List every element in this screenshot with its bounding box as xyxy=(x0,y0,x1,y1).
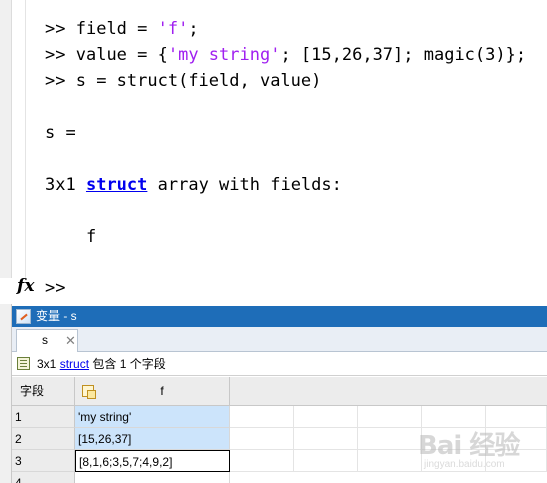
row-number[interactable]: 1 xyxy=(12,406,75,428)
field-icon xyxy=(82,385,96,399)
table-cell[interactable]: [15,26,37] xyxy=(75,428,230,450)
command-window[interactable]: >> field = 'f'; >> value = {'my string';… xyxy=(0,0,547,304)
function-browser-icon[interactable]: fx xyxy=(17,276,34,296)
variable-editor-title: 变量 - s xyxy=(36,309,77,323)
command-line-1: >> field = 'f'; xyxy=(45,19,199,39)
command-window-margin xyxy=(12,0,26,278)
table-cell[interactable]: 'my string' xyxy=(75,406,230,428)
output-variable-name: s = xyxy=(45,123,76,143)
row-number[interactable]: 3 xyxy=(12,450,75,472)
struct-doc-link[interactable]: struct xyxy=(86,175,147,195)
command-line-2: >> value = {'my string'; [15,26,37]; mag… xyxy=(45,45,527,65)
watermark-text: Bai 经验 xyxy=(418,431,520,461)
struct-icon xyxy=(17,357,30,370)
struct-info-link[interactable]: struct xyxy=(60,357,89,371)
tab-label: s xyxy=(42,333,48,347)
empty-cell[interactable] xyxy=(230,428,294,450)
variable-editor-titlebar[interactable]: 变量 - s xyxy=(12,306,547,327)
variable-editor-tabbar: s ✕ xyxy=(12,327,547,352)
output-field-name: f xyxy=(86,227,97,247)
row-number[interactable]: 2 xyxy=(12,428,75,450)
empty-cell[interactable] xyxy=(230,406,294,428)
empty-cell[interactable] xyxy=(358,428,422,450)
table-cell[interactable] xyxy=(75,472,230,483)
column-header-empty xyxy=(230,377,547,406)
empty-cell[interactable] xyxy=(230,450,294,472)
variable-info-bar: 3x1 struct 包含 1 个字段 xyxy=(12,352,547,376)
variable-editor-left-border xyxy=(0,304,12,483)
empty-cell[interactable] xyxy=(358,450,422,472)
empty-cell[interactable] xyxy=(294,450,358,472)
row-number[interactable]: 4 xyxy=(12,472,75,483)
command-prompt[interactable]: >> xyxy=(45,278,65,298)
column-header-f[interactable]: f xyxy=(75,377,230,406)
command-window-gutter xyxy=(0,0,12,278)
empty-cell[interactable] xyxy=(294,428,358,450)
close-icon[interactable]: ✕ xyxy=(65,330,76,351)
empty-cell[interactable] xyxy=(358,406,422,428)
baidu-watermark-logo: Bai 经验 jingyan.baidu.com xyxy=(418,425,547,483)
empty-cell[interactable] xyxy=(294,406,358,428)
output-struct-description: 3x1 struct array with fields: xyxy=(45,175,342,195)
variable-editor-icon xyxy=(16,309,31,324)
watermark-url: jingyan.baidu.com xyxy=(424,459,505,470)
column-header-field-index[interactable]: 字段 xyxy=(12,377,75,406)
table-cell[interactable]: [8,1,6;3,5,7;4,9,2] xyxy=(75,450,230,472)
tab-s[interactable]: s ✕ xyxy=(16,329,78,352)
command-line-3: >> s = struct(field, value) xyxy=(45,71,322,91)
